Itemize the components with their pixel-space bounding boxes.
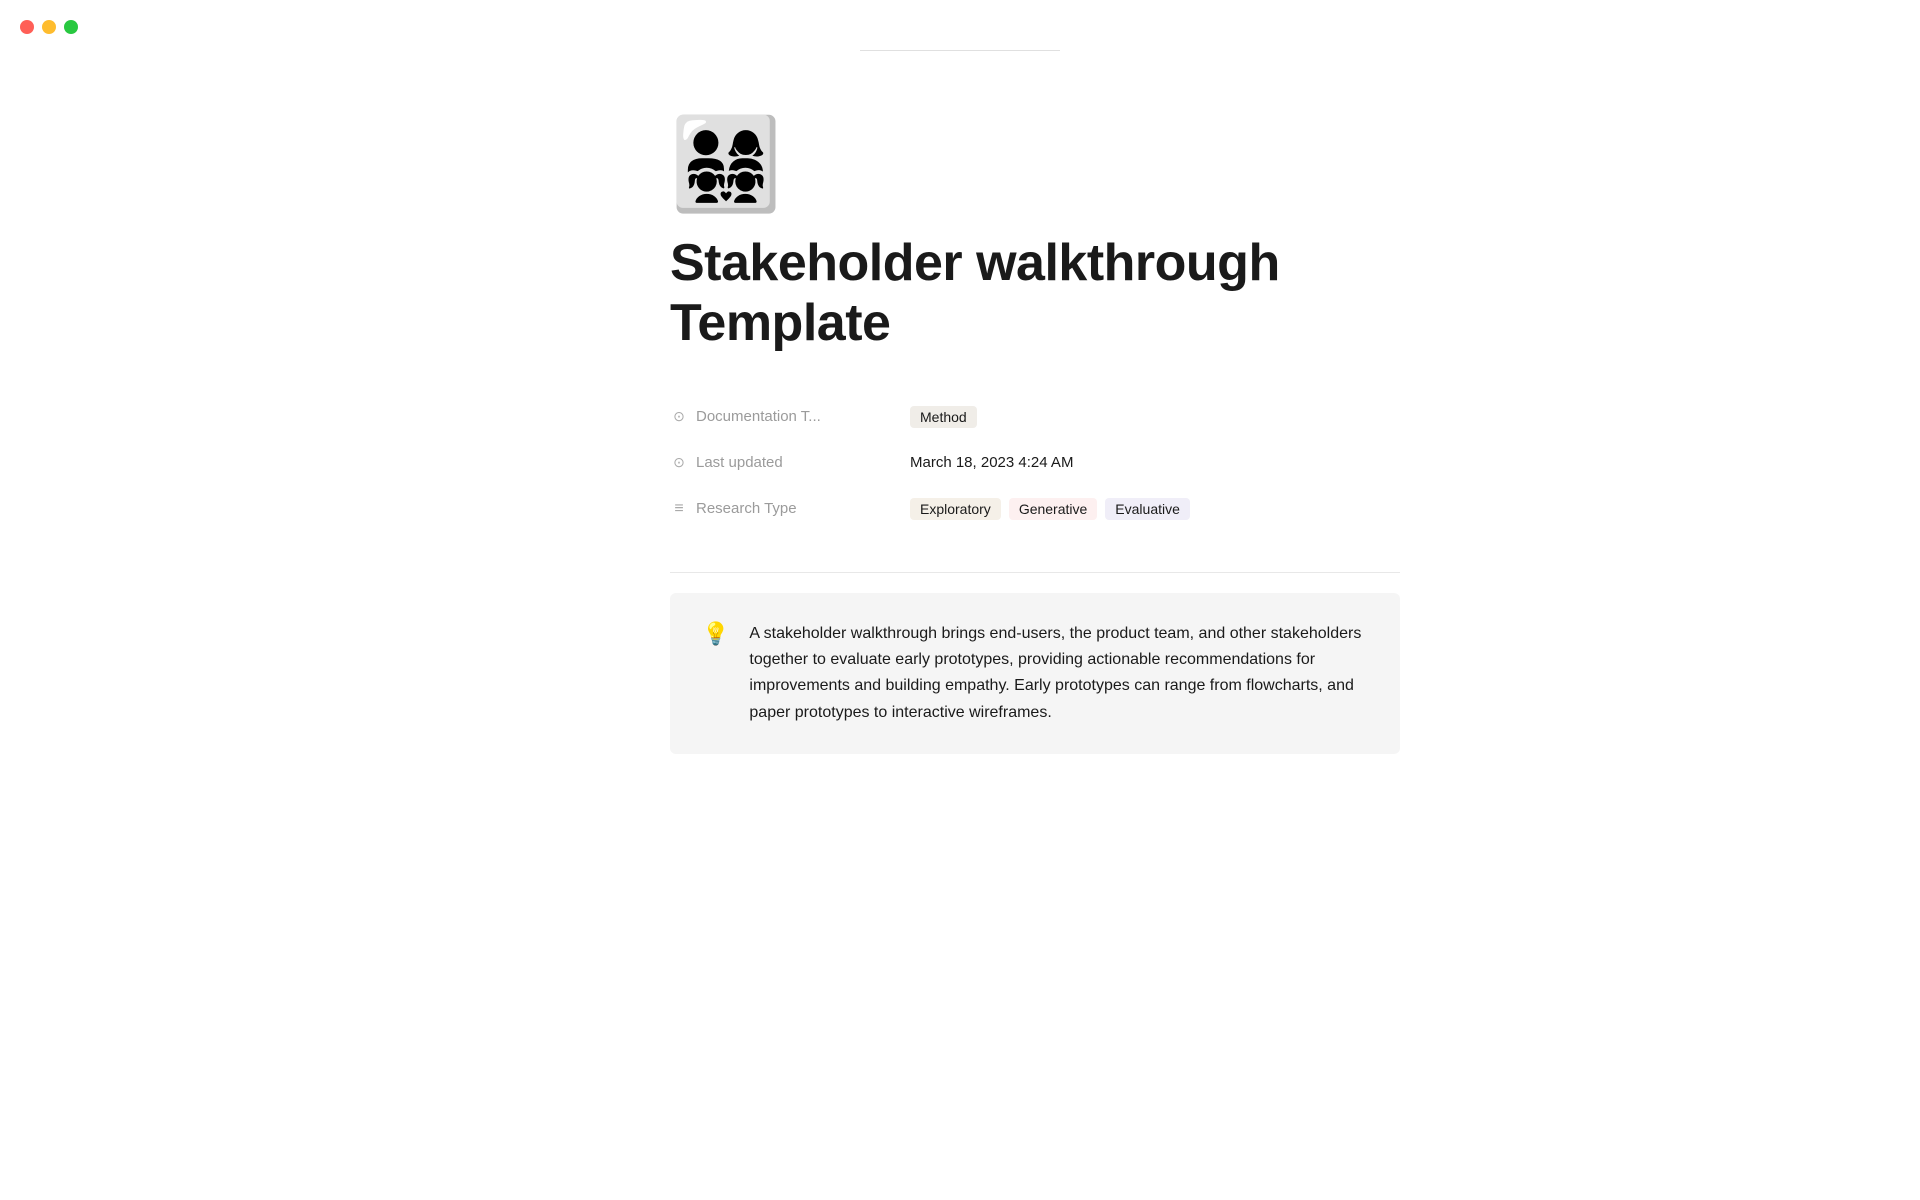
callout-text: A stakeholder walkthrough brings end-use… bbox=[749, 621, 1368, 727]
research-type-label[interactable]: Research Type bbox=[670, 500, 910, 518]
page-title[interactable]: Stakeholder walkthrough Template bbox=[670, 234, 1400, 354]
evaluative-tag[interactable]: Evaluative bbox=[1105, 498, 1190, 520]
last-updated-date: March 18, 2023 4:24 AM bbox=[910, 454, 1073, 471]
close-button[interactable] bbox=[20, 20, 34, 34]
method-tag[interactable]: Method bbox=[910, 406, 977, 428]
documentation-label[interactable]: Documentation T... bbox=[670, 408, 910, 425]
callout-box: 💡 A stakeholder walkthrough brings end-u… bbox=[670, 593, 1400, 755]
documentation-value: Method bbox=[910, 406, 977, 428]
clock-icon bbox=[670, 408, 688, 425]
properties-section: Documentation T... Method Last updated M… bbox=[670, 394, 1400, 532]
minimize-button[interactable] bbox=[42, 20, 56, 34]
top-divider bbox=[860, 50, 1060, 51]
research-type-property-row: Research Type Exploratory Generative Eva… bbox=[670, 486, 1400, 532]
exploratory-tag[interactable]: Exploratory bbox=[910, 498, 1001, 520]
clock-icon-2 bbox=[670, 454, 688, 471]
generative-tag[interactable]: Generative bbox=[1009, 498, 1097, 520]
last-updated-value: March 18, 2023 4:24 AM bbox=[910, 454, 1073, 471]
maximize-button[interactable] bbox=[64, 20, 78, 34]
page-icon: 👨‍👩‍👧‍👧 bbox=[670, 120, 1400, 210]
lightbulb-icon: 💡 bbox=[702, 623, 729, 645]
last-updated-property-row: Last updated March 18, 2023 4:24 AM bbox=[670, 440, 1400, 486]
main-content: 👨‍👩‍👧‍👧 Stakeholder walkthrough Template… bbox=[480, 0, 1440, 834]
last-updated-label[interactable]: Last updated bbox=[670, 454, 910, 471]
list-icon bbox=[670, 500, 688, 518]
documentation-label-text: Documentation T... bbox=[696, 408, 821, 425]
research-type-label-text: Research Type bbox=[696, 500, 797, 517]
section-divider bbox=[670, 572, 1400, 573]
last-updated-label-text: Last updated bbox=[696, 454, 783, 471]
documentation-property-row: Documentation T... Method bbox=[670, 394, 1400, 440]
research-type-tags: Exploratory Generative Evaluative bbox=[910, 498, 1190, 520]
traffic-lights bbox=[20, 20, 78, 34]
